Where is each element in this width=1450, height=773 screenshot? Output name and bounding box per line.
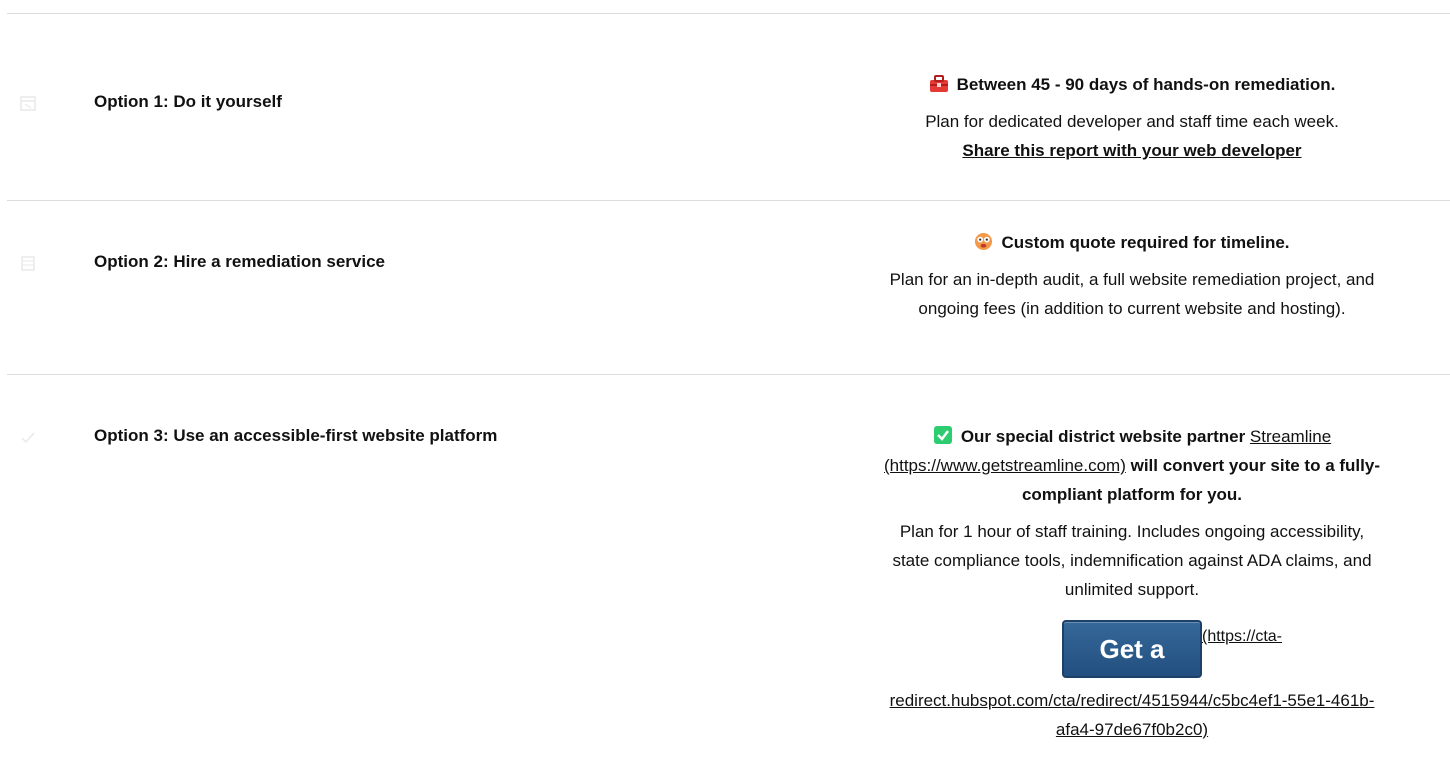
dizzy-face-icon — [975, 232, 993, 251]
cta-link-line-3[interactable]: afa4-97de67f0b2c0) — [1056, 720, 1208, 739]
cta-link-line-2[interactable]: redirect.hubspot.com/cta/redirect/451594… — [890, 691, 1375, 710]
option-3-body: Plan for 1 hour of staff training. Inclu… — [814, 517, 1450, 604]
divider-1 — [7, 200, 1450, 201]
option-1-title: Option 1: Do it yourself — [94, 92, 282, 111]
option-2-body: Plan for an in-depth audit, a full websi… — [814, 265, 1450, 323]
option-1-body: Plan for dedicated developer and staff t… — [925, 112, 1339, 131]
option-1-details: Between 45 - 90 days of hands-on remedia… — [814, 70, 1450, 165]
option-2-headline-text: Custom quote required for timeline. — [1001, 233, 1290, 252]
share-report-link[interactable]: Share this report with your web develope… — [962, 141, 1301, 160]
divider-top — [7, 13, 1450, 14]
option-1-headline-text: Between 45 - 90 days of hands-on remedia… — [956, 75, 1336, 94]
option-2-body-line-1: Plan for an in-depth audit, a full websi… — [889, 270, 1375, 289]
option-3-headline-prefix: Our special district website partner — [960, 427, 1246, 446]
building-icon — [21, 256, 35, 271]
cta-link-line-1[interactable]: (https://cta- — [1202, 622, 1282, 651]
option-2-body-line-2: ongoing fees (in addition to current web… — [918, 299, 1346, 318]
option-2-headline: Custom quote required for timeline. — [814, 228, 1450, 257]
divider-2 — [7, 374, 1450, 375]
toolbox-icon — [929, 75, 948, 92]
cta-block: Get a Quote (https://cta- redirect.hubsp… — [814, 620, 1450, 744]
option-3-body-line-3: unlimited support. — [1064, 580, 1200, 599]
option-1-headline: Between 45 - 90 days of hands-on remedia… — [814, 70, 1450, 99]
option-3-details: Our special district website partner Str… — [814, 422, 1450, 744]
green-check-icon — [933, 426, 952, 444]
check-icon — [21, 432, 35, 444]
option-3-body-line-2: state compliance tools, indemnification … — [892, 551, 1372, 570]
option-3-headline-suffix-2: compliant platform for you. — [1021, 485, 1243, 504]
option-3-headline: Our special district website partner Str… — [814, 422, 1450, 509]
option-2-title: Option 2: Hire a remediation service — [94, 252, 385, 271]
get-a-quote-button[interactable]: Get a Quote — [1061, 620, 1202, 718]
option-3-body-line-1: Plan for 1 hour of staff training. Inclu… — [899, 522, 1365, 541]
option-3-title: Option 3: Use an accessible-first websit… — [94, 426, 498, 445]
option-2-details: Custom quote required for timeline. Plan… — [814, 228, 1450, 323]
calendar-icon — [20, 96, 36, 111]
cta-button-wrap: Get a Quote — [1061, 620, 1202, 718]
option-3-headline-suffix-1: will convert your site to a fully- — [1130, 456, 1380, 475]
